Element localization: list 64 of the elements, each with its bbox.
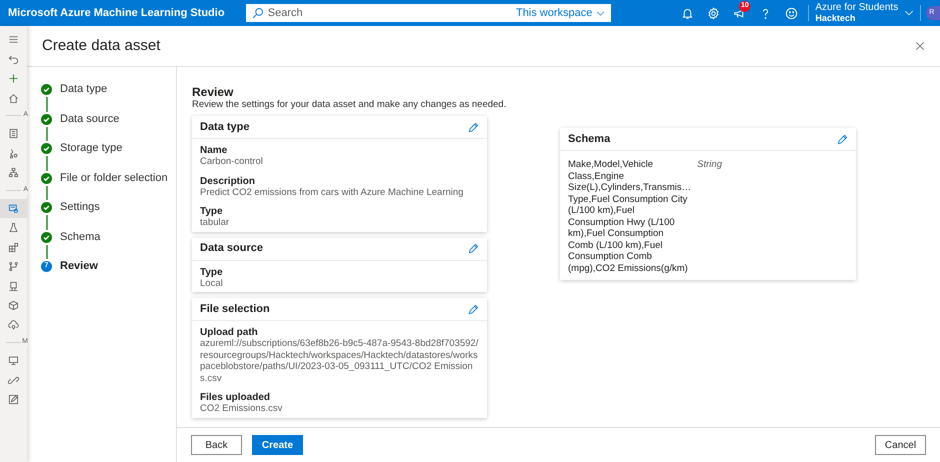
database-icon[interactable] bbox=[8, 202, 19, 214]
panel-title: Create data asset bbox=[42, 36, 160, 56]
field-label: Upload path bbox=[200, 327, 259, 338]
cloud-icon[interactable] bbox=[8, 320, 19, 331]
monitor-icon[interactable] bbox=[8, 355, 19, 366]
schema-column-type: String bbox=[697, 159, 722, 172]
search-field[interactable]: Search This workspace bbox=[246, 4, 612, 22]
link-icon[interactable] bbox=[8, 374, 19, 386]
schema-column-name: Make,Model,Vehicle Class,Engine Size(L),Cylinders,Transmis… Type,Fuel Consumption City (L/100 km),Fuel Consumption Hwy (L/100 km),Fuel Consumption Comb (L/100 km),Fuel Consumption Comb (mpg),CO2 Emissions(g/km) bbox=[568, 159, 692, 274]
card-title: Data source bbox=[200, 241, 263, 256]
close-icon[interactable] bbox=[915, 41, 925, 51]
section-heading: Review bbox=[192, 85, 234, 99]
step-label[interactable]: Data type bbox=[60, 81, 108, 98]
cube-icon[interactable] bbox=[8, 300, 19, 312]
back-button[interactable]: Back bbox=[191, 435, 242, 455]
step-label[interactable]: Settings bbox=[60, 199, 100, 216]
card-title: Schema bbox=[568, 132, 610, 147]
field-value: tabular bbox=[200, 217, 230, 228]
chevron-down-icon bbox=[904, 8, 914, 18]
cancel-button[interactable]: Cancel bbox=[875, 435, 926, 455]
flask-icon[interactable] bbox=[8, 222, 19, 234]
field-value: CO2 Emissions.csv bbox=[200, 403, 284, 414]
field-value: Predict CO2 emissions from cars with Azure Machine Learning bbox=[200, 186, 464, 198]
home-icon[interactable] bbox=[8, 92, 19, 104]
field-value: azureml://subscriptions/63ef8b26-b9c5-487a-9543-8bd28f703592/resourcegroups/Hacktech/workspaces/Hacktech/datastores/workspaceblobstore/paths/UI/2023-03-05_093111_UTC/CO2 Emissions.csv bbox=[200, 338, 479, 384]
step-label[interactable]: Review bbox=[60, 258, 98, 275]
section-subtitle: Review the settings for your data asset and make any changes as needed. bbox=[192, 99, 506, 111]
step-label[interactable]: Schema bbox=[60, 228, 100, 246]
settings-icon[interactable] bbox=[707, 6, 720, 20]
field-value: Local bbox=[200, 278, 224, 289]
card-title: Data type bbox=[200, 120, 250, 135]
hierarchy-icon[interactable] bbox=[8, 167, 19, 178]
field-label: Type bbox=[200, 266, 224, 278]
card-title: File selection bbox=[200, 302, 270, 317]
field-label: Files uploaded bbox=[200, 392, 272, 403]
scope-dropdown[interactable]: This workspace bbox=[516, 4, 606, 22]
create-button[interactable]: Create bbox=[252, 435, 303, 455]
step-label[interactable]: File or folder selection bbox=[60, 170, 168, 186]
field-label: Name bbox=[200, 145, 228, 156]
field-label: Type bbox=[200, 206, 224, 217]
app-title: Microsoft Azure Machine Learning Studio bbox=[7, 6, 226, 21]
field-value: Carbon-control bbox=[200, 156, 264, 168]
bell-icon[interactable] bbox=[681, 6, 694, 20]
pipeline-icon[interactable] bbox=[8, 261, 19, 272]
chevron-down-icon bbox=[596, 8, 606, 18]
pencil-icon[interactable] bbox=[468, 122, 479, 132]
search-placeholder: Search bbox=[268, 6, 304, 21]
menu-icon[interactable] bbox=[8, 34, 19, 46]
flow-icon[interactable] bbox=[8, 148, 19, 159]
field-label: Description bbox=[200, 176, 256, 186]
blocks-icon[interactable] bbox=[8, 242, 19, 253]
computer-icon[interactable] bbox=[8, 280, 19, 292]
search-icon bbox=[252, 7, 264, 19]
undo-icon[interactable] bbox=[8, 54, 19, 65]
notebook-icon[interactable] bbox=[8, 128, 19, 140]
plus-icon[interactable] bbox=[8, 73, 19, 84]
smiley-icon[interactable] bbox=[785, 6, 798, 20]
pencil-icon[interactable] bbox=[468, 243, 479, 254]
step-label[interactable]: Data source bbox=[60, 110, 120, 128]
edit-icon[interactable] bbox=[8, 394, 19, 406]
account-switcher[interactable]: Azure for Students Hacktech bbox=[815, 2, 914, 24]
pencil-icon[interactable] bbox=[837, 134, 848, 144]
pencil-icon[interactable] bbox=[468, 304, 479, 314]
step-label[interactable]: Storage type bbox=[60, 140, 122, 157]
